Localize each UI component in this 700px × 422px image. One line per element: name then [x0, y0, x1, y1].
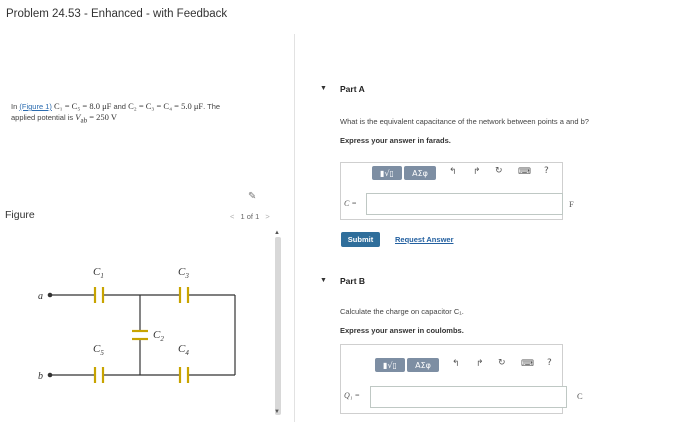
vab-value: = 250 V [89, 112, 117, 122]
keyboard-icon[interactable]: ⌨ [521, 359, 534, 369]
scroll-down-icon[interactable]: ▼ [274, 409, 280, 415]
next-arrow-icon[interactable]: > [265, 212, 269, 221]
figure-count: 1 of 1 [240, 212, 260, 221]
circuit-diagram: a b C1 C3 C2 C4 C5 [38, 266, 236, 383]
problem-title: Problem 24.53 - Enhanced - with Feedback [6, 8, 228, 20]
part-a-question: What is the equivalent capacitance of th… [340, 117, 589, 126]
templates-button[interactable]: ▮√▯ [372, 166, 402, 180]
part-a-title[interactable]: Part A [340, 84, 365, 94]
node-a-label: a [38, 291, 43, 302]
c4-label: C4 [178, 343, 189, 357]
c2-label: C2 [153, 329, 164, 343]
greek-symbols-button[interactable]: ΑΣφ [407, 358, 439, 372]
figure-scrollbar[interactable] [275, 237, 281, 415]
templates-button[interactable]: ▮√▯ [375, 358, 405, 372]
panel-divider [294, 34, 295, 422]
help-icon[interactable]: ? [547, 358, 552, 368]
intro-text: In [11, 102, 18, 111]
potential-text: applied potential is [11, 113, 74, 122]
reset-icon[interactable]: ↻ [495, 166, 503, 176]
request-answer-link[interactable]: Request Answer [395, 235, 454, 244]
part-a-answer-input[interactable] [366, 193, 563, 215]
caret-down-icon[interactable]: ▼ [320, 85, 327, 92]
caret-down-icon[interactable]: ▼ [320, 277, 327, 284]
pencil-icon[interactable]: ✎ [248, 191, 256, 202]
problem-statement: In (Figure 1) C₁ = C₅ = 8.0 μF and C₂ = … [11, 101, 281, 126]
part-b-unit: C [577, 391, 583, 401]
caps-group-1: C₁ = C₅ = 8.0 μF [53, 101, 112, 111]
part-b-instruction: Express your answer in coulombs. [340, 326, 464, 335]
node-b-label: b [38, 371, 43, 382]
part-b-question: Calculate the charge on capacitor C₁. [340, 307, 464, 316]
undo-icon[interactable]: ↰ [449, 167, 457, 177]
greek-symbols-button[interactable]: ΑΣφ [404, 166, 436, 180]
vab-symbol: Vab [75, 112, 88, 125]
and-text: and [113, 102, 126, 111]
part-a-unit: F [569, 199, 574, 209]
figure-link[interactable]: (Figure 1) [19, 102, 52, 111]
node-a-dot [47, 292, 53, 298]
part-b-variable: Q₁ = [344, 391, 360, 400]
header-bar: Problem 24.53 - Enhanced - with Feedback [0, 0, 700, 34]
undo-icon[interactable]: ↰ [452, 359, 460, 369]
c5-label: C5 [93, 343, 104, 357]
c1-label: C1 [93, 266, 104, 280]
redo-icon[interactable]: ↱ [473, 167, 481, 177]
reset-icon[interactable]: ↻ [498, 358, 506, 368]
prev-arrow-icon[interactable]: < [230, 212, 234, 221]
redo-icon[interactable]: ↱ [476, 359, 484, 369]
part-a-variable: C = [344, 199, 357, 208]
figure-nav: < 1 of 1 > [226, 212, 274, 221]
help-icon[interactable]: ? [544, 166, 549, 176]
keyboard-icon[interactable]: ⌨ [518, 167, 531, 177]
figure-label: Figure [5, 209, 35, 221]
submit-button[interactable]: Submit [341, 232, 380, 247]
the-text: . The [203, 102, 221, 111]
c3-label: C3 [178, 266, 189, 280]
part-b-answer-input[interactable] [370, 386, 567, 408]
part-b-title[interactable]: Part B [340, 276, 365, 286]
node-b-dot [47, 372, 53, 378]
caps-group-2: C₂ = C₃ = C₄ = 5.0 μF [128, 101, 204, 111]
scroll-up-icon[interactable]: ▲ [274, 230, 280, 236]
part-a-instruction: Express your answer in farads. [340, 136, 451, 145]
